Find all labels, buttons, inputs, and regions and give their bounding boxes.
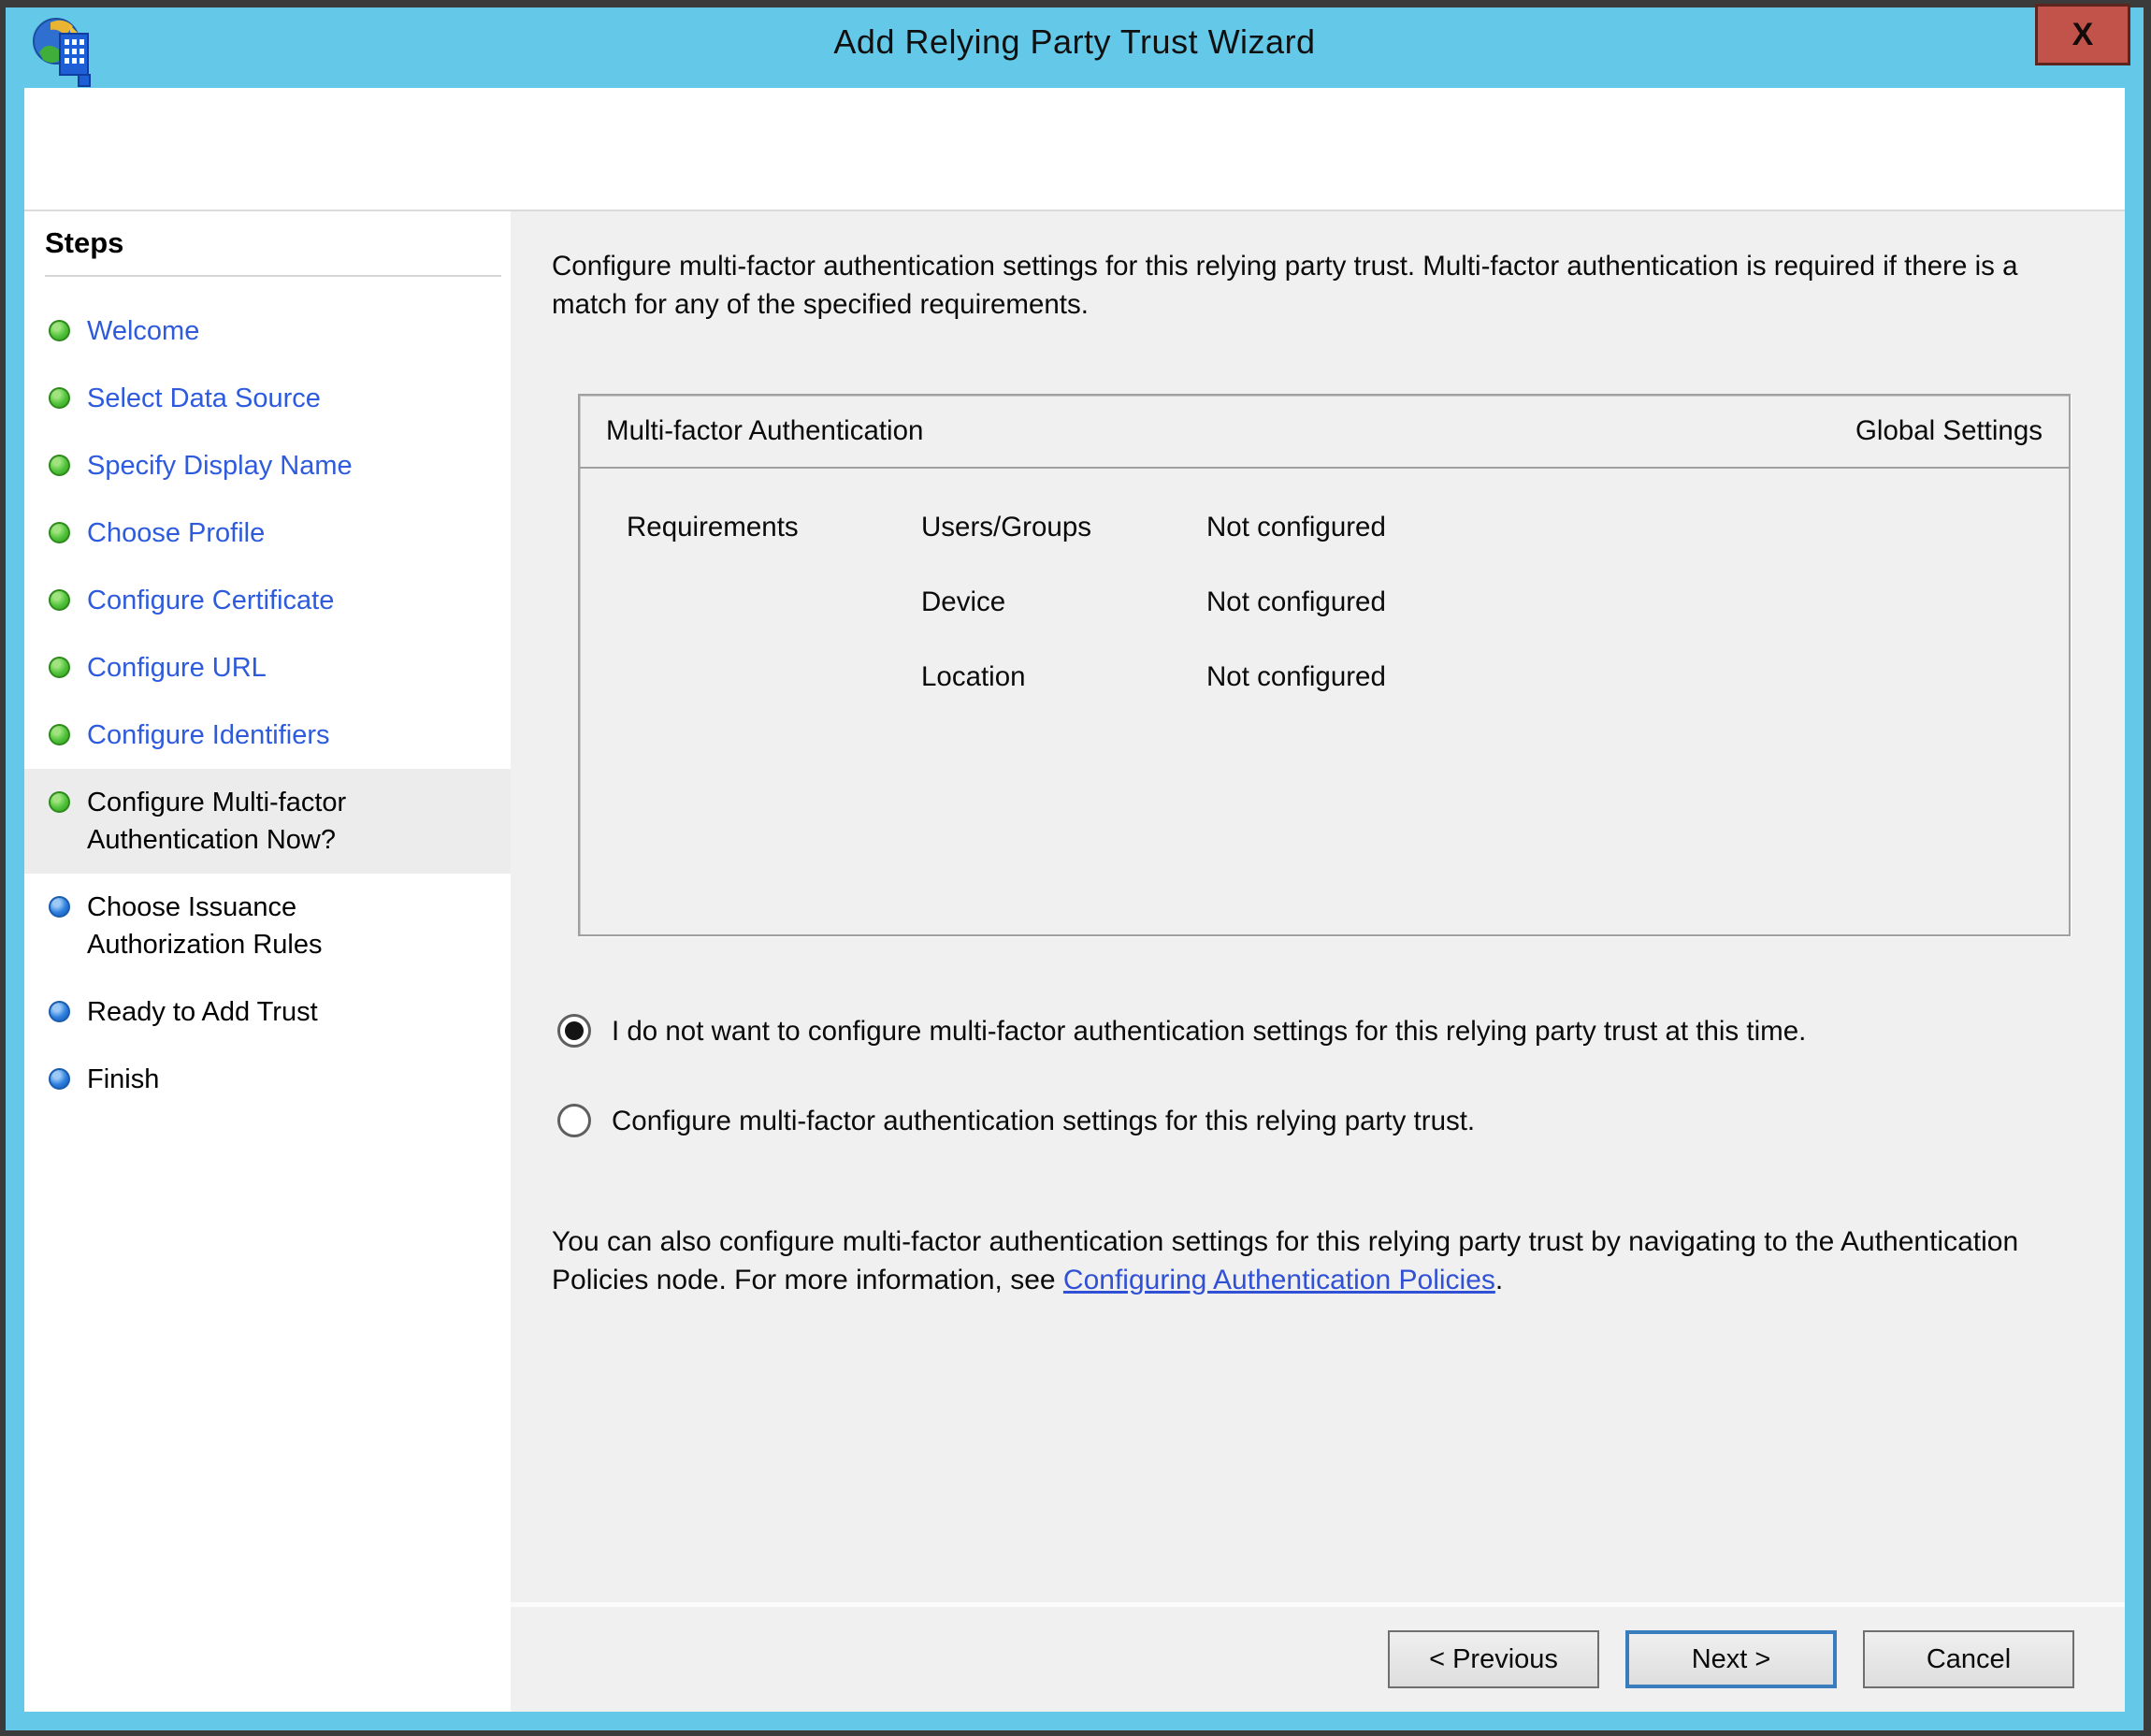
wizard-window: Add Relying Party Trust Wizard X Steps W… [6, 7, 2144, 1730]
footnote-period: . [1495, 1265, 1503, 1295]
step-completed-icon [49, 589, 70, 611]
mfa-panel-header: Multi-factor Authentication Global Setti… [580, 396, 2069, 469]
radio-button-unselected[interactable] [557, 1104, 591, 1137]
step-item-configure-certificate[interactable]: Configure Certificate [24, 567, 511, 634]
step-completed-icon [49, 657, 70, 678]
table-row: Requirements Users/Groups Not configured [580, 512, 2069, 586]
window-title: Add Relying Party Trust Wizard [6, 22, 2144, 62]
step-completed-icon [49, 387, 70, 409]
step-completed-icon [49, 791, 70, 813]
next-button[interactable]: Next > [1625, 1630, 1837, 1688]
previous-button[interactable]: < Previous [1388, 1630, 1599, 1688]
cancel-button[interactable]: Cancel [1863, 1630, 2074, 1688]
mfa-settings-panel: Multi-factor Authentication Global Setti… [578, 394, 2071, 936]
global-settings-label: Global Settings [1855, 415, 2043, 447]
step-item-specify-display-name[interactable]: Specify Display Name [24, 432, 511, 499]
radio-button-selected[interactable] [557, 1014, 591, 1048]
steps-heading: Steps [45, 226, 501, 277]
step-item-choose-issuance-authorization-rules: Choose Issuance Authorization Rules [24, 874, 511, 978]
wizard-page-content: Configure multi-factor authentication se… [511, 211, 2125, 1712]
step-completed-icon [49, 724, 70, 745]
step-item-select-data-source[interactable]: Select Data Source [24, 365, 511, 432]
wizard-button-bar: < Previous Next > Cancel [511, 1602, 2125, 1712]
step-upcoming-icon [49, 1068, 70, 1090]
step-item-configure-identifiers[interactable]: Configure Identifiers [24, 702, 511, 769]
steps-sidebar: Steps Welcome Select Data Source Specify… [24, 211, 511, 1712]
requirement-name: Location [921, 661, 1206, 693]
step-item-configure-url[interactable]: Configure URL [24, 634, 511, 702]
step-item-welcome[interactable]: Welcome [24, 297, 511, 365]
close-icon: X [2072, 19, 2094, 51]
step-completed-icon [49, 522, 70, 543]
step-item-ready-to-add-trust: Ready to Add Trust [24, 978, 511, 1046]
configuring-authentication-policies-link[interactable]: Configuring Authentication Policies [1063, 1265, 1495, 1295]
requirement-value: Not configured [1206, 661, 2069, 693]
mfa-panel-body: Requirements Users/Groups Not configured… [580, 469, 2069, 736]
requirements-label: Requirements [580, 512, 921, 543]
radio-label: Configure multi-factor authentication se… [612, 1101, 1475, 1142]
step-upcoming-icon [49, 1001, 70, 1022]
page-description: Configure multi-factor authentication se… [552, 247, 2080, 324]
step-item-finish: Finish [24, 1046, 511, 1113]
step-item-choose-profile[interactable]: Choose Profile [24, 499, 511, 567]
requirement-name: Users/Groups [921, 512, 1206, 543]
table-row: Location Not configured [580, 661, 2069, 736]
radio-option-no-mfa[interactable]: I do not want to configure multi-factor … [557, 1011, 2080, 1052]
requirement-value: Not configured [1206, 586, 2069, 618]
title-bar: Add Relying Party Trust Wizard X [6, 7, 2144, 88]
close-button[interactable]: X [2035, 4, 2130, 65]
radio-option-configure-mfa[interactable]: Configure multi-factor authentication se… [557, 1101, 2080, 1142]
mfa-panel-title: Multi-factor Authentication [606, 415, 923, 447]
steps-list: Welcome Select Data Source Specify Displ… [24, 297, 511, 1113]
radio-label: I do not want to configure multi-factor … [612, 1011, 1806, 1052]
header-band [24, 88, 2125, 210]
step-item-configure-mfa-now: Configure Multi-factor Authentication No… [24, 769, 511, 874]
step-upcoming-icon [49, 896, 70, 918]
table-row: Device Not configured [580, 586, 2069, 661]
requirement-value: Not configured [1206, 512, 2069, 543]
footnote: You can also configure multi-factor auth… [552, 1222, 2080, 1299]
step-completed-icon [49, 320, 70, 341]
wizard-surface: Steps Welcome Select Data Source Specify… [24, 88, 2125, 1712]
step-completed-icon [49, 455, 70, 476]
requirement-name: Device [921, 586, 1206, 618]
